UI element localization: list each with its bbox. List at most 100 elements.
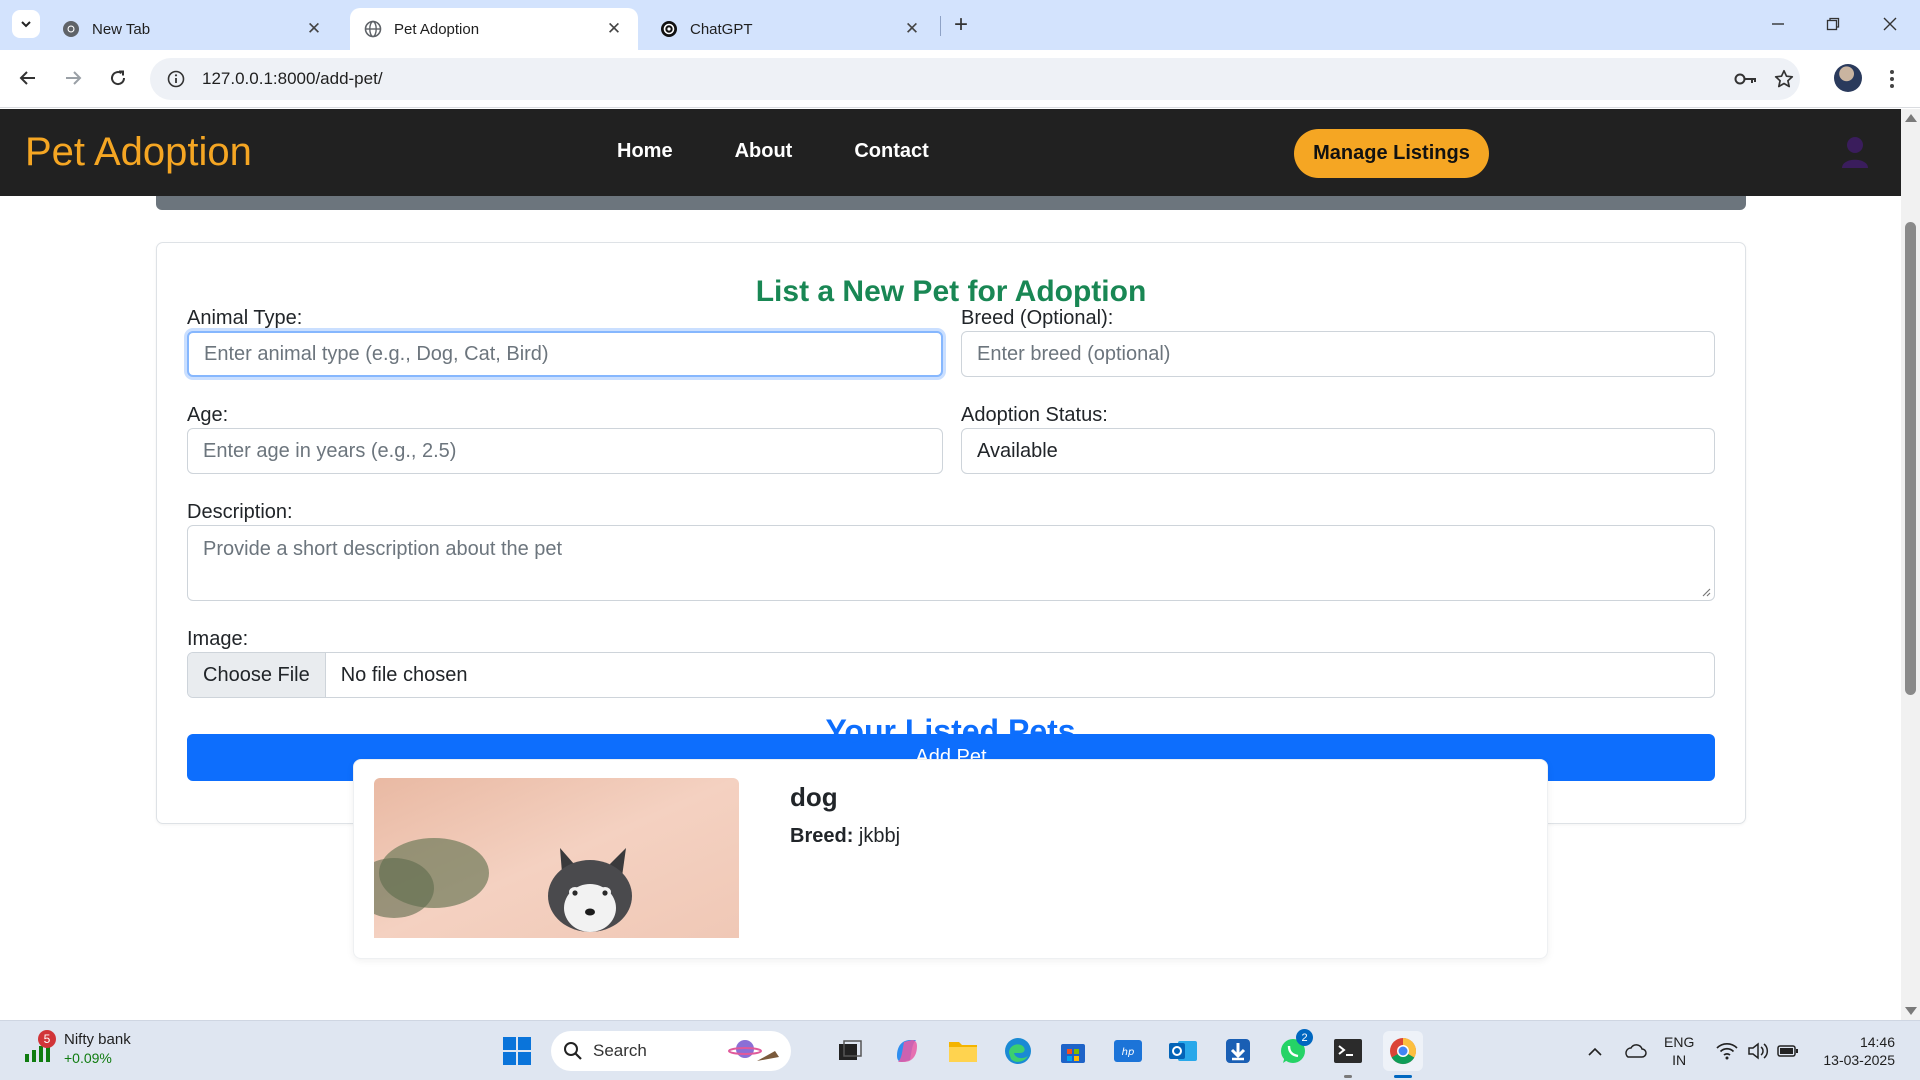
age-input[interactable]: Enter age in years (e.g., 2.5) [187,428,943,474]
minimize-icon [1772,23,1784,25]
page-scrollbar[interactable] [1901,109,1920,1020]
chevron-down-icon [21,21,31,28]
whatsapp-badge: 2 [1296,1029,1313,1046]
pet-image [374,778,739,938]
reload-icon [111,70,126,86]
pet-card[interactable]: dog Breed: jkbbj [353,759,1548,959]
back-button[interactable] [12,62,44,94]
listed-pets-title: Your Listed Pets [825,713,1076,749]
forward-button[interactable] [57,62,89,94]
wifi-icon[interactable] [1713,1031,1741,1071]
close-icon [1883,17,1897,31]
manage-listings-button[interactable]: Manage Listings [1294,129,1489,178]
pet-breed-label: Breed: [790,825,854,847]
volume-icon[interactable] [1744,1031,1772,1071]
profile-avatar[interactable] [1834,64,1862,92]
search-highlight-icon [728,1040,779,1061]
running-indicator [1344,1075,1352,1078]
address-bar[interactable]: 127.0.0.1:8000/add-pet/ [150,58,1800,100]
widget-badge: 5 [38,1030,56,1048]
description-textarea[interactable]: Provide a short description about the pe… [187,525,1715,601]
tab-separator [940,16,941,36]
new-tab-button[interactable]: + [948,11,974,38]
openai-icon [660,20,678,38]
nav-contact-link[interactable]: Contact [854,140,928,163]
microsoft-store-icon[interactable] [1053,1031,1093,1071]
resize-grip-icon[interactable] [1701,587,1711,597]
description-label: Description: [187,501,293,523]
close-icon[interactable]: ✕ [604,19,624,39]
tab-label: Pet Adoption [394,20,480,38]
choose-file-button[interactable]: Choose File [188,653,326,697]
minimize-button[interactable] [1758,8,1798,40]
password-key-icon[interactable] [1728,58,1764,100]
region-code: IN [1672,1052,1687,1068]
description-placeholder: Provide a short description about the pe… [203,538,563,560]
restore-button[interactable] [1813,8,1853,40]
tab-new-tab[interactable]: New Tab ✕ [48,8,338,50]
reload-button[interactable] [102,62,134,94]
breed-input[interactable]: Enter breed (optional) [961,331,1715,377]
task-view-icon[interactable] [830,1031,870,1071]
site-navbar: Pet Adoption Home About Contact Manage L… [0,109,1901,196]
scroll-up-arrow-icon[interactable] [1905,114,1917,122]
site-brand[interactable]: Pet Adoption [25,130,252,175]
nav-about-link[interactable]: About [735,140,793,163]
age-placeholder: Enter age in years (e.g., 2.5) [203,439,457,462]
chevron-up-icon[interactable] [1583,1031,1607,1071]
restore-icon [1826,17,1840,31]
myhp-icon[interactable]: hp [1108,1031,1148,1071]
user-icon[interactable] [1840,135,1870,169]
pet-name: dog [790,782,838,812]
bookmark-star-icon[interactable] [1766,58,1802,100]
widget-title: Nifty bank [64,1031,131,1048]
windows-start-icon[interactable] [497,1031,537,1071]
breed-label: Breed (Optional): [961,307,1114,329]
tab-search-button[interactable] [12,10,40,38]
arrow-right-icon [66,71,82,85]
close-icon[interactable]: ✕ [902,19,922,39]
copilot-icon[interactable] [887,1031,927,1071]
animal-type-input[interactable]: Enter animal type (e.g., Dog, Cat, Bird) [187,331,943,377]
clock-date: 13-03-2025 [1823,1052,1895,1068]
animal-type-label: Animal Type: [187,307,303,329]
scroll-down-arrow-icon[interactable] [1905,1007,1917,1015]
whatsapp-icon[interactable]: 2 [1273,1029,1313,1071]
language-indicator[interactable]: ENG IN [1664,1033,1694,1069]
battery-icon[interactable] [1774,1031,1802,1071]
close-window-button[interactable] [1870,8,1910,40]
globe-icon [364,20,382,38]
active-indicator [1394,1075,1412,1078]
tab-pet-adoption[interactable]: Pet Adoption ✕ [350,8,638,50]
terminal-icon[interactable] [1328,1031,1368,1078]
image-file-input[interactable]: Choose File No file chosen [187,652,1715,698]
browser-menu-button[interactable] [1880,64,1904,94]
language-code: ENG [1664,1034,1695,1050]
animal-type-placeholder: Enter animal type (e.g., Dog, Cat, Bird) [204,342,549,365]
image-label: Image: [187,628,249,650]
onedrive-cloud-icon[interactable] [1620,1031,1650,1071]
windows-taskbar: 5 Nifty bank +0.09% Search hp 2 ENG IN 1… [0,1020,1920,1080]
outlook-icon[interactable] [1163,1031,1203,1071]
search-icon [564,1042,582,1060]
adoption-status-label: Adoption Status: [961,404,1108,426]
header-banner [156,196,1746,210]
edge-icon[interactable] [998,1031,1038,1071]
pet-breed: Breed: jkbbj [790,825,900,848]
tab-chatgpt[interactable]: ChatGPT ✕ [646,8,936,50]
taskbar-search[interactable]: Search [551,1031,791,1071]
stocks-widget[interactable]: 5 Nifty bank +0.09% [22,1030,131,1067]
url-text[interactable]: 127.0.0.1:8000/add-pet/ [202,69,383,89]
downloads-icon[interactable] [1218,1031,1258,1071]
adoption-status-select[interactable]: Available [961,428,1715,474]
close-icon[interactable]: ✕ [304,19,324,39]
site-info-icon[interactable] [156,58,196,100]
scroll-thumb[interactable] [1905,222,1916,695]
widget-value: +0.09% [64,1050,112,1066]
system-clock[interactable]: 14:46 13-03-2025 [1815,1033,1895,1069]
file-explorer-icon[interactable] [943,1031,983,1071]
chrome-taskbar-icon[interactable] [1383,1031,1423,1078]
nav-home-link[interactable]: Home [617,140,673,163]
stock-chart-icon: 5 [22,1030,56,1064]
browser-tabstrip: New Tab ✕ Pet Adoption ✕ ChatGPT ✕ + [0,0,1920,50]
